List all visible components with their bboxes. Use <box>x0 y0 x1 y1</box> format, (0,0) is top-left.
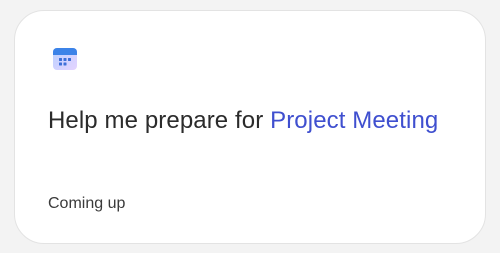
calendar-icon <box>53 48 77 70</box>
status-text: Coming up <box>48 195 126 212</box>
prepare-meeting-card[interactable]: Help me prepare for Project Meeting Comi… <box>14 10 486 244</box>
headline-prefix: Help me prepare for <box>48 107 271 134</box>
card-headline: Help me prepare for Project Meeting <box>48 101 458 140</box>
event-name-link[interactable]: Project Meeting <box>270 107 438 134</box>
